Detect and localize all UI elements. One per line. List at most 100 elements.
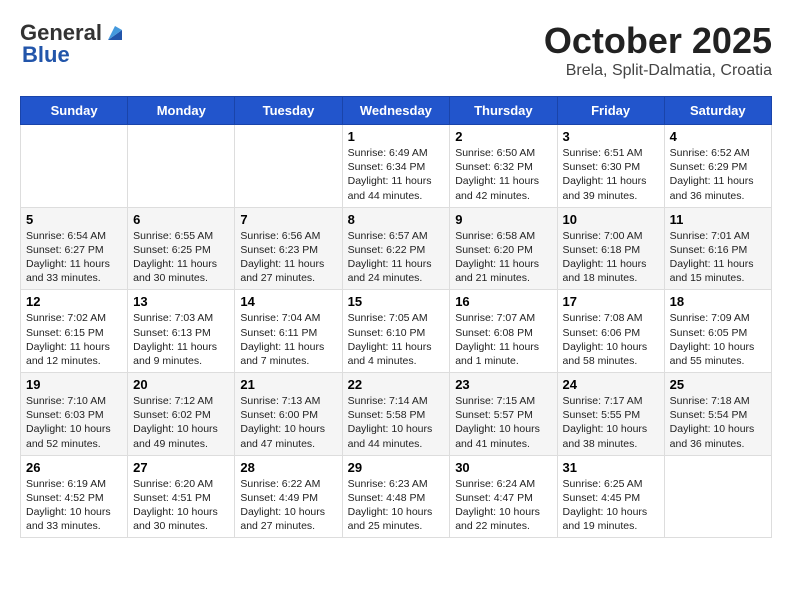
calendar-cell: 11 Sunrise: 7:01 AM Sunset: 6:16 PM Dayli… xyxy=(664,207,771,290)
day-header-tuesday: Tuesday xyxy=(235,97,342,125)
day-number: 13 xyxy=(133,294,229,309)
calendar-cell: 18 Sunrise: 7:09 AM Sunset: 6:05 PM Dayli… xyxy=(664,290,771,373)
day-info: Sunrise: 6:55 AM Sunset: 6:25 PM Dayligh… xyxy=(133,229,229,286)
day-header-friday: Friday xyxy=(557,97,664,125)
calendar-cell: 3 Sunrise: 6:51 AM Sunset: 6:30 PM Daylig… xyxy=(557,125,664,208)
day-number: 18 xyxy=(670,294,766,309)
calendar-cell: 6 Sunrise: 6:55 AM Sunset: 6:25 PM Daylig… xyxy=(128,207,235,290)
day-info: Sunrise: 6:58 AM Sunset: 6:20 PM Dayligh… xyxy=(455,229,551,286)
day-info: Sunrise: 7:14 AM Sunset: 5:58 PM Dayligh… xyxy=(348,394,445,451)
calendar-cell: 17 Sunrise: 7:08 AM Sunset: 6:06 PM Dayli… xyxy=(557,290,664,373)
day-number: 6 xyxy=(133,212,229,227)
day-info: Sunrise: 7:15 AM Sunset: 5:57 PM Dayligh… xyxy=(455,394,551,451)
calendar-cell: 22 Sunrise: 7:14 AM Sunset: 5:58 PM Dayli… xyxy=(342,373,450,456)
day-info: Sunrise: 7:09 AM Sunset: 6:05 PM Dayligh… xyxy=(670,311,766,368)
day-number: 17 xyxy=(563,294,659,309)
day-number: 22 xyxy=(348,377,445,392)
calendar-cell: 14Sunrise: 7:04 AM Sunset: 6:11 PM Dayli… xyxy=(235,290,342,373)
calendar-cell: 29 Sunrise: 6:23 AM Sunset: 4:48 PM Dayli… xyxy=(342,455,450,538)
day-info: Sunrise: 7:10 AM Sunset: 6:03 PM Dayligh… xyxy=(26,394,122,451)
day-number: 3 xyxy=(563,129,659,144)
day-number: 27 xyxy=(133,460,229,475)
day-number: 19 xyxy=(26,377,122,392)
logo-blue-text: Blue xyxy=(22,42,70,68)
calendar-cell: 23 Sunrise: 7:15 AM Sunset: 5:57 PM Dayli… xyxy=(450,373,557,456)
day-info: Sunrise: 6:50 AM Sunset: 6:32 PM Dayligh… xyxy=(455,146,551,203)
calendar-cell: 31Sunrise: 6:25 AM Sunset: 4:45 PM Dayli… xyxy=(557,455,664,538)
day-info: Sunrise: 7:05 AM Sunset: 6:10 PM Dayligh… xyxy=(348,311,445,368)
page-title: October 2025 xyxy=(544,20,772,62)
day-number: 25 xyxy=(670,377,766,392)
calendar-table: SundayMondayTuesdayWednesdayThursdayFrid… xyxy=(20,96,772,538)
calendar-cell xyxy=(664,455,771,538)
day-number: 24 xyxy=(563,377,659,392)
calendar-cell: 28Sunrise: 6:22 AM Sunset: 4:49 PM Dayli… xyxy=(235,455,342,538)
day-number: 9 xyxy=(455,212,551,227)
day-info: Sunrise: 6:56 AM Sunset: 6:23 PM Dayligh… xyxy=(240,229,336,286)
calendar-cell: 4Sunrise: 6:52 AM Sunset: 6:29 PM Daylig… xyxy=(664,125,771,208)
day-number: 26 xyxy=(26,460,122,475)
day-number: 8 xyxy=(348,212,445,227)
day-number: 10 xyxy=(563,212,659,227)
day-info: Sunrise: 6:23 AM Sunset: 4:48 PM Dayligh… xyxy=(348,477,445,534)
day-info: Sunrise: 7:03 AM Sunset: 6:13 PM Dayligh… xyxy=(133,311,229,368)
day-number: 28 xyxy=(240,460,336,475)
day-header-saturday: Saturday xyxy=(664,97,771,125)
day-number: 21 xyxy=(240,377,336,392)
day-number: 11 xyxy=(670,212,766,227)
day-number: 14 xyxy=(240,294,336,309)
calendar-cell: 21 Sunrise: 7:13 AM Sunset: 6:00 PM Dayli… xyxy=(235,373,342,456)
day-info: Sunrise: 7:02 AM Sunset: 6:15 PM Dayligh… xyxy=(26,311,122,368)
day-info: Sunrise: 7:18 AM Sunset: 5:54 PM Dayligh… xyxy=(670,394,766,451)
calendar-cell: 20Sunrise: 7:12 AM Sunset: 6:02 PM Dayli… xyxy=(128,373,235,456)
day-number: 29 xyxy=(348,460,445,475)
calendar-cell: 5 Sunrise: 6:54 AM Sunset: 6:27 PM Daylig… xyxy=(21,207,128,290)
day-info: Sunrise: 6:19 AM Sunset: 4:52 PM Dayligh… xyxy=(26,477,122,534)
day-number: 15 xyxy=(348,294,445,309)
day-number: 7 xyxy=(240,212,336,227)
day-info: Sunrise: 7:07 AM Sunset: 6:08 PM Dayligh… xyxy=(455,311,551,368)
calendar-cell: 10Sunrise: 7:00 AM Sunset: 6:18 PM Dayli… xyxy=(557,207,664,290)
day-number: 30 xyxy=(455,460,551,475)
calendar-cell xyxy=(21,125,128,208)
day-info: Sunrise: 7:17 AM Sunset: 5:55 PM Dayligh… xyxy=(563,394,659,451)
day-info: Sunrise: 6:20 AM Sunset: 4:51 PM Dayligh… xyxy=(133,477,229,534)
day-info: Sunrise: 6:49 AM Sunset: 6:34 PM Dayligh… xyxy=(348,146,445,203)
calendar-cell: 16Sunrise: 7:07 AM Sunset: 6:08 PM Dayli… xyxy=(450,290,557,373)
day-number: 5 xyxy=(26,212,122,227)
day-info: Sunrise: 7:01 AM Sunset: 6:16 PM Dayligh… xyxy=(670,229,766,286)
day-header-monday: Monday xyxy=(128,97,235,125)
calendar-cell: 13 Sunrise: 7:03 AM Sunset: 6:13 PM Dayli… xyxy=(128,290,235,373)
day-info: Sunrise: 7:08 AM Sunset: 6:06 PM Dayligh… xyxy=(563,311,659,368)
calendar-cell xyxy=(128,125,235,208)
calendar-cell: 25 Sunrise: 7:18 AM Sunset: 5:54 PM Dayli… xyxy=(664,373,771,456)
day-number: 12 xyxy=(26,294,122,309)
week-row-4: 19 Sunrise: 7:10 AM Sunset: 6:03 PM Dayli… xyxy=(21,373,772,456)
calendar-cell: 26 Sunrise: 6:19 AM Sunset: 4:52 PM Dayli… xyxy=(21,455,128,538)
day-number: 2 xyxy=(455,129,551,144)
day-number: 23 xyxy=(455,377,551,392)
page-header: General Blue October 2025 Brela, Split-D… xyxy=(20,20,772,80)
logo: General Blue xyxy=(20,20,126,68)
day-info: Sunrise: 6:51 AM Sunset: 6:30 PM Dayligh… xyxy=(563,146,659,203)
week-row-5: 26 Sunrise: 6:19 AM Sunset: 4:52 PM Dayli… xyxy=(21,455,772,538)
day-header-wednesday: Wednesday xyxy=(342,97,450,125)
calendar-cell: 19 Sunrise: 7:10 AM Sunset: 6:03 PM Dayli… xyxy=(21,373,128,456)
header-row: SundayMondayTuesdayWednesdayThursdayFrid… xyxy=(21,97,772,125)
day-header-sunday: Sunday xyxy=(21,97,128,125)
week-row-1: 1Sunrise: 6:49 AM Sunset: 6:34 PM Daylig… xyxy=(21,125,772,208)
calendar-cell: 30 Sunrise: 6:24 AM Sunset: 4:47 PM Dayli… xyxy=(450,455,557,538)
day-number: 31 xyxy=(563,460,659,475)
day-info: Sunrise: 6:24 AM Sunset: 4:47 PM Dayligh… xyxy=(455,477,551,534)
logo-icon xyxy=(104,22,126,44)
day-info: Sunrise: 7:13 AM Sunset: 6:00 PM Dayligh… xyxy=(240,394,336,451)
day-info: Sunrise: 7:12 AM Sunset: 6:02 PM Dayligh… xyxy=(133,394,229,451)
day-header-thursday: Thursday xyxy=(450,97,557,125)
title-block: October 2025 Brela, Split-Dalmatia, Croa… xyxy=(544,20,772,80)
day-info: Sunrise: 6:54 AM Sunset: 6:27 PM Dayligh… xyxy=(26,229,122,286)
calendar-cell: 1Sunrise: 6:49 AM Sunset: 6:34 PM Daylig… xyxy=(342,125,450,208)
week-row-3: 12 Sunrise: 7:02 AM Sunset: 6:15 PM Dayli… xyxy=(21,290,772,373)
day-info: Sunrise: 6:52 AM Sunset: 6:29 PM Dayligh… xyxy=(670,146,766,203)
week-row-2: 5 Sunrise: 6:54 AM Sunset: 6:27 PM Daylig… xyxy=(21,207,772,290)
calendar-cell: 8Sunrise: 6:57 AM Sunset: 6:22 PM Daylig… xyxy=(342,207,450,290)
